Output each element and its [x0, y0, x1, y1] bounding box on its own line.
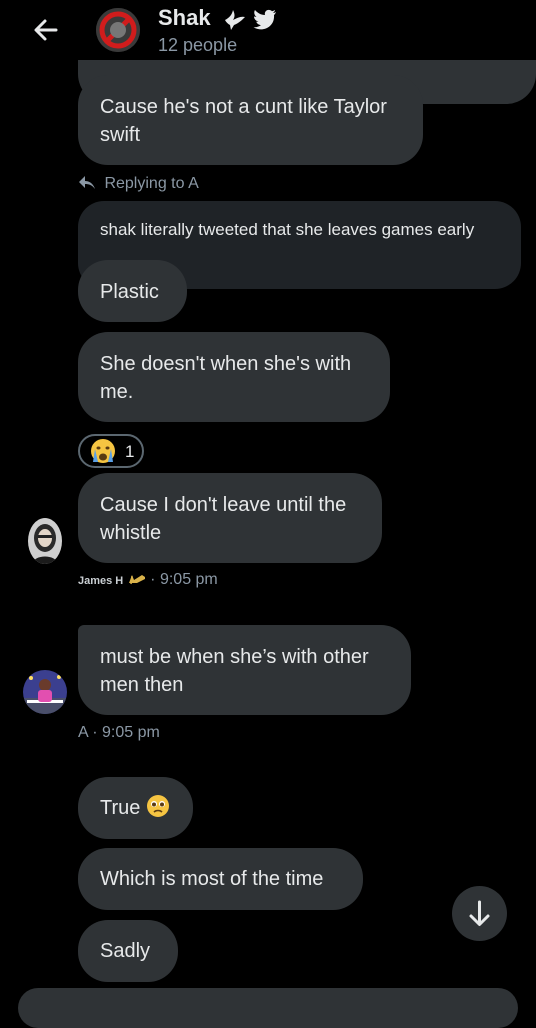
- sender-and-time: A · 9:05 pm: [78, 724, 160, 741]
- title-emoji-icons: [220, 6, 280, 32]
- message-bubble[interactable]: Plastic: [78, 260, 187, 322]
- message-bubble[interactable]: Sadly: [78, 920, 178, 982]
- member-count: 12 people: [158, 35, 238, 55]
- scroll-to-bottom-button[interactable]: [452, 886, 507, 941]
- back-arrow-icon: [34, 19, 58, 41]
- arrow-down-icon: [469, 900, 490, 926]
- person-avatar-icon: [28, 518, 62, 564]
- back-button[interactable]: [30, 14, 62, 46]
- message-composer[interactable]: [18, 988, 518, 1028]
- message-text: She doesn't when she's with me.: [100, 353, 352, 403]
- reply-arrow-icon: [79, 176, 95, 189]
- person-avatar-icon: [23, 670, 67, 714]
- message-text: must be when she’s with other men then: [100, 646, 369, 696]
- reply-label: Replying to A: [104, 175, 199, 192]
- avatar-james[interactable]: [28, 518, 62, 564]
- message-meta: James H · 9:05 pm: [78, 571, 218, 589]
- message-text: Cause I don't leave until the whistle: [100, 494, 347, 544]
- dove-icon: [225, 10, 245, 30]
- group-avatar[interactable]: [96, 8, 140, 52]
- message-meta: A · 9:05 pm: [78, 724, 160, 742]
- crying-face-icon: [91, 439, 115, 463]
- message-bubble[interactable]: She doesn't when she's with me.: [78, 332, 390, 422]
- message-bubble[interactable]: must be when she’s with other men then: [78, 625, 411, 715]
- reply-indicator[interactable]: Replying to A: [78, 175, 199, 193]
- reaction-pill[interactable]: 1: [78, 434, 144, 468]
- group-title[interactable]: Shak: [158, 5, 211, 31]
- avatar-a[interactable]: [23, 670, 67, 714]
- quoted-text: shak literally tweeted that she leaves g…: [100, 220, 475, 239]
- message-text: Sadly: [100, 940, 151, 962]
- message-bubble[interactable]: True: [78, 777, 193, 839]
- message-bubble[interactable]: Cause he's not a cunt like Taylor swift: [78, 75, 423, 165]
- message-time: · 9:05 pm: [150, 571, 218, 588]
- message-bubble[interactable]: Cause I don't leave until the whistle: [78, 473, 382, 563]
- sender-name: James H: [78, 575, 124, 587]
- no-sign-avatar-icon: [96, 8, 140, 52]
- message-text: Which is most of the time: [100, 868, 324, 890]
- message-bubble[interactable]: Which is most of the time: [78, 848, 363, 910]
- conversation-header: Shak 12 people: [0, 0, 536, 64]
- high-heel-icon: [128, 575, 145, 585]
- pleading-face-icon: [146, 794, 170, 826]
- twitter-bird-icon: [253, 9, 276, 30]
- message-text: Cause he's not a cunt like Taylor swift: [100, 96, 387, 146]
- reaction-count: 1: [125, 442, 135, 461]
- message-text: True: [100, 797, 141, 819]
- message-text: Plastic: [100, 281, 159, 303]
